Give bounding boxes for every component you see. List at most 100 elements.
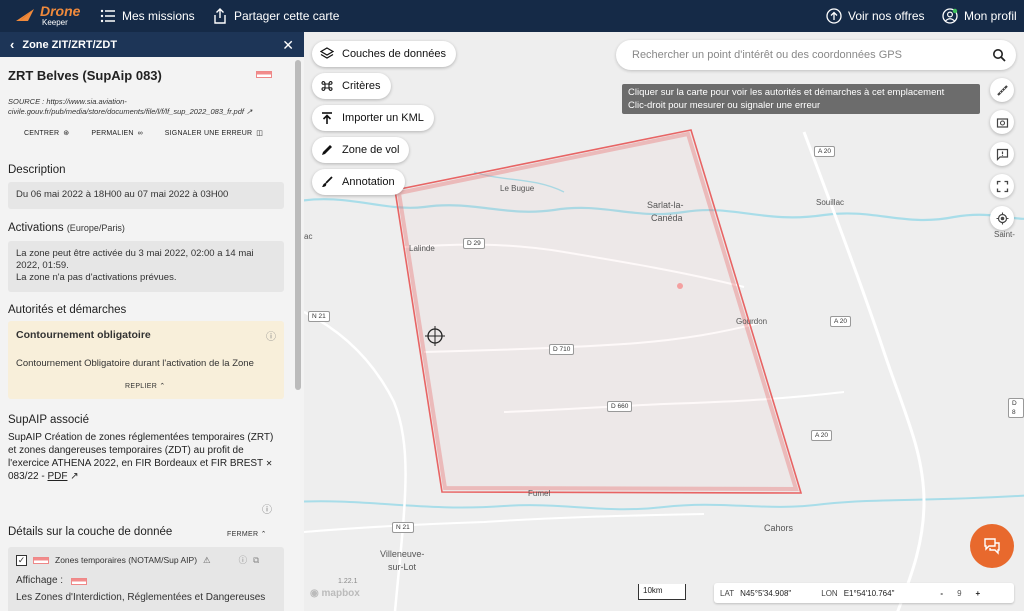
zone-title: ZRT Belves (SupAip 083) — [8, 68, 162, 83]
zone-details-panel: ‹ Zone ZIT/ZRT/ZDT ✕ ZRT Belves (SupAip … — [0, 32, 304, 611]
road-label-a20: A 20 — [814, 146, 836, 157]
supaip-pdf-link[interactable]: PDF — [47, 471, 67, 482]
share-icon — [214, 8, 226, 24]
flight-zone-button[interactable]: Zone de vol — [312, 137, 410, 163]
profile-button[interactable]: Mon profil — [942, 0, 1017, 32]
source-label: SOURCE : — [8, 97, 47, 106]
report-label: SIGNALER UNE ERREUR — [164, 129, 253, 137]
close-icon[interactable]: ✕ — [282, 37, 294, 54]
zoom-out-button[interactable]: - — [940, 589, 943, 598]
display-flag-icon — [71, 577, 88, 585]
lon-label: LON — [821, 588, 838, 598]
authorities-title: Autorités et démarches — [8, 304, 127, 316]
external-link-icon[interactable]: ↗ — [70, 471, 78, 482]
source-info: SOURCE : https://www.sia.aviation-civile… — [8, 97, 288, 117]
hint-line-1: Cliquer sur la carte pour voir les autor… — [628, 87, 945, 98]
place-fumel: Fumel — [528, 489, 551, 498]
fold-button[interactable]: REPLIER ⌃ — [125, 382, 165, 390]
search-icon[interactable] — [992, 48, 1006, 62]
info-icon[interactable]: ⓘ — [262, 501, 272, 516]
bypass-box: Contournement obligatoire ⓘ Contournemen… — [8, 321, 284, 399]
annotation-button[interactable]: Annotation — [312, 169, 405, 195]
report-error-button[interactable]: SIGNALER UNE ERREUR ◫ — [164, 129, 264, 138]
description-box: Du 06 mai 2022 à 18H00 au 07 mai 2022 à … — [8, 182, 284, 209]
place-villeneuve-2: sur-Lot — [388, 562, 417, 572]
place-villeneuve-1: Villeneuve- — [380, 549, 425, 559]
chat-icon — [984, 538, 1000, 555]
external-link-icon[interactable]: ↗ — [246, 107, 252, 116]
share-map-button[interactable]: Partager cette carte — [212, 0, 339, 32]
supaip-block: SupAIP Création de zones réglementées te… — [8, 431, 276, 483]
comment-alert-icon — [996, 148, 1008, 161]
activations-timezone: (Europe/Paris) — [66, 223, 125, 233]
mapbox-text: mapbox — [321, 588, 360, 599]
lat-value: N45°5'34.908" — [740, 588, 792, 598]
mapbox-attribution[interactable]: ◉ mapbox — [310, 588, 360, 599]
profile-label: Mon profil — [964, 9, 1017, 23]
map-canvas[interactable]: Le Bugue Sarlat-la- Canéda Souillac Sain… — [304, 32, 1024, 611]
zone-center-marker — [677, 283, 683, 289]
link-icon: ∞ — [137, 129, 143, 137]
mapbox-logo-icon: ◉ — [310, 588, 319, 599]
geolocate-button[interactable] — [990, 206, 1014, 230]
permalink-label: PERMALIEN — [91, 129, 134, 137]
layers-icon — [320, 47, 334, 59]
panel-header-title: Zone ZIT/ZRT/ZDT — [22, 38, 118, 51]
brush-icon — [322, 176, 333, 187]
activations-title: Activations (Europe/Paris) — [8, 222, 125, 234]
display-label: Affichage : — [16, 575, 64, 586]
arrow-up-circle-icon — [826, 8, 842, 24]
layer-description: Les Zones d'Interdiction, Réglementées e… — [16, 592, 266, 603]
offers-button[interactable]: Voir nos offres — [826, 0, 925, 32]
description-text: Du 06 mai 2022 à 18H00 au 07 mai 2022 à … — [16, 189, 229, 200]
coordinates-bar: LAT N45°5'34.908" LON E1°54'10.764" - 9 … — [714, 583, 1014, 603]
info-icon[interactable]: ⓘ — [266, 328, 276, 343]
search-input[interactable]: Rechercher un point d'intérêt ou des coo… — [616, 40, 1016, 70]
comment-alert-icon: ◫ — [256, 130, 264, 137]
center-button[interactable]: CENTRER ⊛ — [24, 129, 70, 138]
crosshair-icon: ⊛ — [63, 130, 70, 137]
dronekeeper-logo[interactable]: Drone Keeper — [14, 3, 80, 29]
zone-actions: CENTRER ⊛ PERMALIEN ∞ SIGNALER UNE ERREUR ◫ — [24, 129, 264, 138]
feedback-button[interactable] — [990, 142, 1014, 166]
place-bac: ac — [304, 232, 313, 241]
search-placeholder: Rechercher un point d'intérêt ou des coo… — [632, 49, 902, 61]
place-saint: Saint- — [994, 230, 1015, 239]
zoom-in-button[interactable]: + — [976, 589, 981, 598]
import-kml-button[interactable]: Importer un KML — [312, 105, 434, 131]
data-layers-button[interactable]: Couches de données — [312, 41, 456, 67]
layers-stack-icon[interactable]: ⧉ — [253, 554, 259, 566]
close-small-icon: ✕ — [265, 459, 273, 468]
layer-checkbox[interactable]: ✓ — [16, 554, 27, 566]
ruler-icon — [996, 84, 1008, 96]
close-layer-details-button[interactable]: FERMER ⌃ — [227, 530, 267, 538]
center-label: CENTRER — [24, 129, 60, 137]
import-kml-label: Importer un KML — [342, 112, 424, 124]
panel-scrollbar[interactable] — [295, 60, 301, 390]
measure-button[interactable] — [990, 78, 1014, 102]
chevron-up-icon: ⌃ — [159, 383, 166, 390]
fullscreen-icon — [996, 180, 1008, 192]
upload-icon — [322, 112, 332, 124]
permalink-button[interactable]: PERMALIEN ∞ — [91, 129, 142, 137]
info-icon[interactable]: ⓘ — [239, 554, 248, 566]
map-scale: 10km — [638, 584, 686, 600]
road-label-a20: A 20 — [811, 430, 833, 441]
screenshot-button[interactable] — [990, 110, 1014, 134]
criteria-button[interactable]: Critères — [312, 73, 391, 99]
road-label-d29: D 29 — [463, 238, 485, 249]
hint-line-2: Clic-droit pour mesurer ou signaler une … — [628, 100, 821, 111]
missions-button[interactable]: Mes missions — [100, 0, 195, 32]
list-icon — [100, 9, 115, 23]
missions-label: Mes missions — [122, 9, 195, 23]
bypass-text: Contournement Obligatoire durant l'activ… — [16, 358, 254, 369]
chat-support-button[interactable] — [970, 524, 1014, 568]
chevron-up-icon: ⌃ — [260, 531, 267, 538]
logo-text-drone: Drone — [40, 3, 81, 19]
fullscreen-button[interactable] — [990, 174, 1014, 198]
supaip-title: SupAIP associé — [8, 414, 89, 426]
activations-box: La zone peut être activée du 3 mai 2022,… — [8, 241, 284, 292]
back-arrow-icon[interactable]: ‹ — [10, 37, 14, 52]
close-layer-label: FERMER — [227, 531, 259, 538]
criteria-label: Critères — [342, 80, 381, 92]
